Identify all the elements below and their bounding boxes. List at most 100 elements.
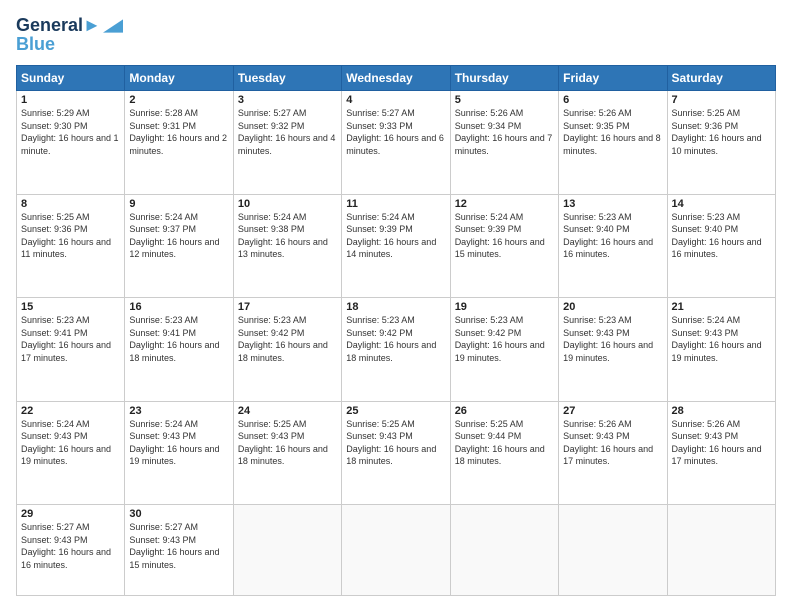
calendar-day-cell: 15 Sunrise: 5:23 AMSunset: 9:41 PMDaylig…: [17, 298, 125, 402]
calendar-day-header: Sunday: [17, 66, 125, 91]
day-info: Sunrise: 5:23 AMSunset: 9:42 PMDaylight:…: [238, 315, 328, 363]
day-number: 23: [129, 405, 228, 417]
day-number: 15: [21, 301, 120, 313]
calendar-day-cell: 12 Sunrise: 5:24 AMSunset: 9:39 PMDaylig…: [450, 194, 558, 298]
calendar-header-row: SundayMondayTuesdayWednesdayThursdayFrid…: [17, 66, 776, 91]
calendar-day-cell: 14 Sunrise: 5:23 AMSunset: 9:40 PMDaylig…: [667, 194, 775, 298]
calendar-day-cell: 10 Sunrise: 5:24 AMSunset: 9:38 PMDaylig…: [233, 194, 341, 298]
calendar: SundayMondayTuesdayWednesdayThursdayFrid…: [16, 65, 776, 596]
day-number: 19: [455, 301, 554, 313]
day-number: 12: [455, 198, 554, 210]
calendar-day-header: Thursday: [450, 66, 558, 91]
calendar-day-cell: 1 Sunrise: 5:29 AMSunset: 9:30 PMDayligh…: [17, 91, 125, 195]
logo-text: General►: [16, 16, 101, 36]
day-info: Sunrise: 5:24 AMSunset: 9:38 PMDaylight:…: [238, 212, 328, 260]
day-number: 3: [238, 94, 337, 106]
calendar-day-cell: 25 Sunrise: 5:25 AMSunset: 9:43 PMDaylig…: [342, 401, 450, 505]
day-info: Sunrise: 5:26 AMSunset: 9:43 PMDaylight:…: [563, 419, 653, 467]
day-info: Sunrise: 5:28 AMSunset: 9:31 PMDaylight:…: [129, 108, 227, 156]
day-info: Sunrise: 5:23 AMSunset: 9:41 PMDaylight:…: [21, 315, 111, 363]
calendar-day-cell: 26 Sunrise: 5:25 AMSunset: 9:44 PMDaylig…: [450, 401, 558, 505]
calendar-day-header: Monday: [125, 66, 233, 91]
day-info: Sunrise: 5:23 AMSunset: 9:43 PMDaylight:…: [563, 315, 653, 363]
day-number: 21: [672, 301, 771, 313]
header: General► Blue: [16, 16, 776, 55]
calendar-day-cell: [450, 505, 558, 596]
calendar-day-cell: [559, 505, 667, 596]
calendar-week-row: 1 Sunrise: 5:29 AMSunset: 9:30 PMDayligh…: [17, 91, 776, 195]
calendar-day-cell: [667, 505, 775, 596]
day-number: 14: [672, 198, 771, 210]
day-info: Sunrise: 5:29 AMSunset: 9:30 PMDaylight:…: [21, 108, 119, 156]
day-info: Sunrise: 5:27 AMSunset: 9:43 PMDaylight:…: [129, 522, 219, 570]
calendar-day-header: Saturday: [667, 66, 775, 91]
logo: General► Blue: [16, 16, 123, 55]
calendar-day-cell: 16 Sunrise: 5:23 AMSunset: 9:41 PMDaylig…: [125, 298, 233, 402]
calendar-week-row: 8 Sunrise: 5:25 AMSunset: 9:36 PMDayligh…: [17, 194, 776, 298]
day-number: 11: [346, 198, 445, 210]
calendar-day-cell: [233, 505, 341, 596]
day-info: Sunrise: 5:23 AMSunset: 9:41 PMDaylight:…: [129, 315, 219, 363]
calendar-week-row: 22 Sunrise: 5:24 AMSunset: 9:43 PMDaylig…: [17, 401, 776, 505]
day-info: Sunrise: 5:25 AMSunset: 9:36 PMDaylight:…: [21, 212, 111, 260]
day-number: 25: [346, 405, 445, 417]
calendar-day-cell: 21 Sunrise: 5:24 AMSunset: 9:43 PMDaylig…: [667, 298, 775, 402]
day-info: Sunrise: 5:23 AMSunset: 9:40 PMDaylight:…: [672, 212, 762, 260]
calendar-day-cell: 13 Sunrise: 5:23 AMSunset: 9:40 PMDaylig…: [559, 194, 667, 298]
day-info: Sunrise: 5:23 AMSunset: 9:42 PMDaylight:…: [346, 315, 436, 363]
calendar-day-cell: 6 Sunrise: 5:26 AMSunset: 9:35 PMDayligh…: [559, 91, 667, 195]
day-number: 9: [129, 198, 228, 210]
calendar-day-cell: 17 Sunrise: 5:23 AMSunset: 9:42 PMDaylig…: [233, 298, 341, 402]
day-number: 30: [129, 508, 228, 520]
day-info: Sunrise: 5:25 AMSunset: 9:36 PMDaylight:…: [672, 108, 762, 156]
day-number: 28: [672, 405, 771, 417]
day-number: 24: [238, 405, 337, 417]
calendar-day-cell: 19 Sunrise: 5:23 AMSunset: 9:42 PMDaylig…: [450, 298, 558, 402]
calendar-day-cell: 11 Sunrise: 5:24 AMSunset: 9:39 PMDaylig…: [342, 194, 450, 298]
calendar-week-row: 15 Sunrise: 5:23 AMSunset: 9:41 PMDaylig…: [17, 298, 776, 402]
calendar-day-cell: 23 Sunrise: 5:24 AMSunset: 9:43 PMDaylig…: [125, 401, 233, 505]
day-number: 22: [21, 405, 120, 417]
calendar-day-cell: 3 Sunrise: 5:27 AMSunset: 9:32 PMDayligh…: [233, 91, 341, 195]
day-info: Sunrise: 5:23 AMSunset: 9:42 PMDaylight:…: [455, 315, 545, 363]
calendar-day-header: Tuesday: [233, 66, 341, 91]
day-number: 26: [455, 405, 554, 417]
day-info: Sunrise: 5:27 AMSunset: 9:32 PMDaylight:…: [238, 108, 336, 156]
calendar-day-cell: 22 Sunrise: 5:24 AMSunset: 9:43 PMDaylig…: [17, 401, 125, 505]
day-info: Sunrise: 5:23 AMSunset: 9:40 PMDaylight:…: [563, 212, 653, 260]
day-number: 20: [563, 301, 662, 313]
day-info: Sunrise: 5:24 AMSunset: 9:37 PMDaylight:…: [129, 212, 219, 260]
day-info: Sunrise: 5:25 AMSunset: 9:44 PMDaylight:…: [455, 419, 545, 467]
day-number: 10: [238, 198, 337, 210]
day-info: Sunrise: 5:26 AMSunset: 9:34 PMDaylight:…: [455, 108, 553, 156]
calendar-day-header: Wednesday: [342, 66, 450, 91]
calendar-day-cell: 28 Sunrise: 5:26 AMSunset: 9:43 PMDaylig…: [667, 401, 775, 505]
day-number: 1: [21, 94, 120, 106]
day-info: Sunrise: 5:24 AMSunset: 9:43 PMDaylight:…: [129, 419, 219, 467]
day-number: 17: [238, 301, 337, 313]
calendar-day-cell: 7 Sunrise: 5:25 AMSunset: 9:36 PMDayligh…: [667, 91, 775, 195]
calendar-day-cell: 4 Sunrise: 5:27 AMSunset: 9:33 PMDayligh…: [342, 91, 450, 195]
day-info: Sunrise: 5:24 AMSunset: 9:43 PMDaylight:…: [672, 315, 762, 363]
page: General► Blue SundayMondayTuesdayWednesd…: [0, 0, 792, 612]
calendar-day-cell: 29 Sunrise: 5:27 AMSunset: 9:43 PMDaylig…: [17, 505, 125, 596]
calendar-day-cell: 8 Sunrise: 5:25 AMSunset: 9:36 PMDayligh…: [17, 194, 125, 298]
calendar-day-cell: 18 Sunrise: 5:23 AMSunset: 9:42 PMDaylig…: [342, 298, 450, 402]
day-info: Sunrise: 5:24 AMSunset: 9:39 PMDaylight:…: [455, 212, 545, 260]
day-number: 5: [455, 94, 554, 106]
calendar-week-row: 29 Sunrise: 5:27 AMSunset: 9:43 PMDaylig…: [17, 505, 776, 596]
day-info: Sunrise: 5:26 AMSunset: 9:43 PMDaylight:…: [672, 419, 762, 467]
day-number: 27: [563, 405, 662, 417]
day-number: 13: [563, 198, 662, 210]
day-info: Sunrise: 5:27 AMSunset: 9:33 PMDaylight:…: [346, 108, 444, 156]
day-number: 6: [563, 94, 662, 106]
day-info: Sunrise: 5:25 AMSunset: 9:43 PMDaylight:…: [346, 419, 436, 467]
calendar-day-cell: 5 Sunrise: 5:26 AMSunset: 9:34 PMDayligh…: [450, 91, 558, 195]
day-info: Sunrise: 5:25 AMSunset: 9:43 PMDaylight:…: [238, 419, 328, 467]
calendar-day-cell: 24 Sunrise: 5:25 AMSunset: 9:43 PMDaylig…: [233, 401, 341, 505]
calendar-day-cell: [342, 505, 450, 596]
calendar-day-cell: 30 Sunrise: 5:27 AMSunset: 9:43 PMDaylig…: [125, 505, 233, 596]
logo-blue: Blue: [16, 34, 123, 55]
logo-icon: [103, 16, 123, 36]
calendar-day-header: Friday: [559, 66, 667, 91]
